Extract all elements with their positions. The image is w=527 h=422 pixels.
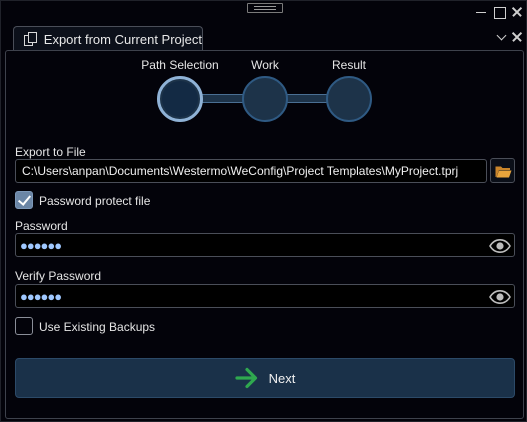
close-window-button[interactable] bbox=[510, 5, 524, 19]
next-button-label: Next bbox=[268, 370, 296, 386]
tab-title: Export from Current Project bbox=[43, 31, 202, 47]
show-password-eye-icon[interactable] bbox=[489, 239, 511, 253]
step-label-work: Work bbox=[251, 58, 279, 72]
title-bar bbox=[1, 1, 526, 25]
step-connector bbox=[198, 94, 246, 103]
step-circle-work bbox=[242, 76, 288, 122]
next-button[interactable]: Next bbox=[15, 358, 515, 398]
chevron-down-icon[interactable] bbox=[496, 31, 508, 43]
minimize-button[interactable] bbox=[474, 5, 488, 19]
maximize-button[interactable] bbox=[492, 5, 506, 19]
password-protect-label: Password protect file bbox=[39, 194, 151, 208]
step-connector bbox=[284, 94, 330, 103]
browse-folder-button[interactable] bbox=[490, 158, 515, 183]
use-existing-backups-label: Use Existing Backups bbox=[39, 320, 156, 334]
drag-grip-icon[interactable] bbox=[247, 3, 283, 13]
use-existing-backups-checkbox[interactable] bbox=[15, 317, 33, 335]
tab-export-from-current-project[interactable]: Export from Current Project bbox=[13, 26, 203, 51]
password-input[interactable]: ●●●●●● bbox=[15, 233, 515, 257]
copy-pages-icon bbox=[24, 31, 37, 47]
arrow-right-icon bbox=[235, 367, 257, 389]
password-protect-checkbox[interactable] bbox=[15, 191, 33, 209]
password-label: Password bbox=[15, 219, 68, 233]
step-label-result: Result bbox=[331, 58, 366, 72]
export-path-input[interactable] bbox=[15, 159, 487, 183]
show-verify-password-eye-icon[interactable] bbox=[489, 290, 511, 304]
password-masked-value: ●●●●●● bbox=[20, 238, 62, 253]
step-label-path-selection: Path Selection bbox=[141, 58, 219, 72]
tab-close-icon[interactable] bbox=[511, 31, 523, 43]
verify-password-masked-value: ●●●●●● bbox=[20, 289, 62, 304]
export-window: Export from Current Project Path Selecti… bbox=[0, 0, 527, 422]
step-circle-path-selection bbox=[157, 76, 203, 122]
step-circle-result bbox=[326, 76, 372, 122]
open-folder-icon bbox=[495, 166, 512, 178]
verify-password-input[interactable]: ●●●●●● bbox=[15, 284, 515, 308]
verify-password-label: Verify Password bbox=[15, 269, 102, 283]
export-to-file-label: Export to File bbox=[15, 145, 86, 159]
